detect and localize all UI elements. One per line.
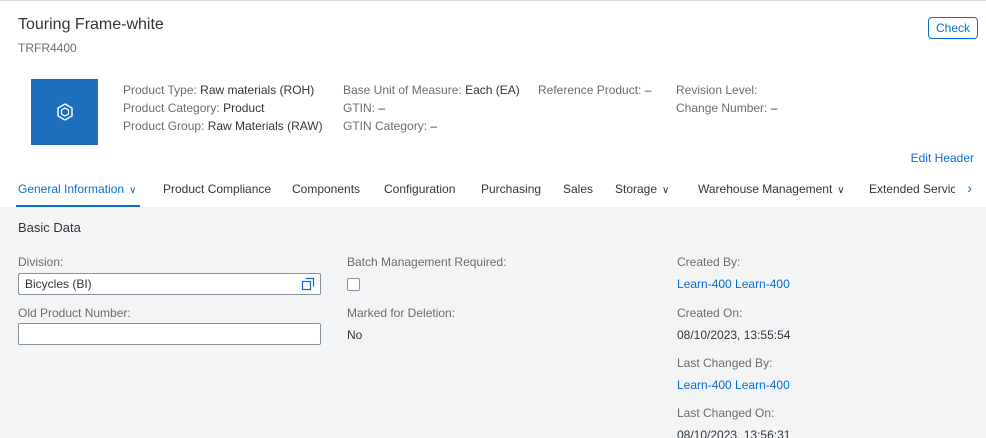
attr-value: Raw materials (ROH) <box>200 83 315 97</box>
created-by-label: Created By: <box>677 255 741 269</box>
tab-purchasing[interactable]: Purchasing <box>481 182 541 196</box>
division-label: Division: <box>18 255 64 269</box>
check-button[interactable]: Check <box>927 17 978 39</box>
created-on-value: 08/10/2023, 13:55:54 <box>677 328 791 342</box>
marked-for-deletion-label: Marked for Deletion: <box>347 306 456 320</box>
batch-management-checkbox[interactable] <box>347 278 360 291</box>
avatar <box>31 79 98 145</box>
attr-label: Revision Level: <box>676 83 758 97</box>
created-on-label: Created On: <box>677 306 743 320</box>
tab-bar: General Information ∨ Product Compliance … <box>0 173 986 208</box>
attr-gtin-category: GTIN Category: – <box>343 117 520 135</box>
old-product-number-input[interactable] <box>18 323 321 345</box>
attr-label: Product Type: <box>123 83 197 97</box>
tab-label: Storage <box>615 182 658 196</box>
attr-label: GTIN: <box>343 101 375 115</box>
attr-value: – <box>378 101 386 115</box>
value-help-icon[interactable] <box>301 277 315 291</box>
last-changed-by-link[interactable]: Learn-400 Learn-400 <box>677 378 790 392</box>
attr-change-number: Change Number: – <box>676 99 777 117</box>
header-attributes-col2: Base Unit of Measure: Each (EA) GTIN: – … <box>343 81 520 135</box>
attr-product-group: Product Group: Raw Materials (RAW) <box>123 117 323 135</box>
tab-sales[interactable]: Sales <box>563 182 593 196</box>
old-product-number-label: Old Product Number: <box>18 306 131 320</box>
page-title: Touring Frame-white <box>18 16 164 33</box>
chevron-right-icon[interactable]: › <box>967 180 972 196</box>
chevron-down-icon: ∨ <box>129 185 137 196</box>
attr-gtin: GTIN: – <box>343 99 520 117</box>
division-value: Bicycles (BI) <box>25 277 92 291</box>
attr-label: Change Number: <box>676 101 768 115</box>
tab-storage[interactable]: Storage ∨ <box>615 182 669 196</box>
basic-data-section: Basic Data Division: Bicycles (BI) Old P… <box>0 207 986 438</box>
tab-product-compliance[interactable]: Product Compliance <box>163 182 271 196</box>
tab-general-information[interactable]: General Information ∨ <box>18 182 136 196</box>
attr-value: – <box>770 101 778 115</box>
attr-label: Reference Product: <box>538 83 642 97</box>
attr-value: Product <box>223 101 265 115</box>
division-field[interactable]: Bicycles (BI) <box>18 273 321 295</box>
attr-value: – <box>430 119 438 133</box>
created-by-link[interactable]: Learn-400 Learn-400 <box>677 277 790 291</box>
product-box-icon <box>56 103 73 121</box>
tab-extended-service[interactable]: Extended Servic <box>869 182 955 196</box>
last-changed-on-value: 08/10/2023, 13:56:31 <box>677 428 791 438</box>
attr-label: GTIN Category: <box>343 119 428 133</box>
chevron-down-icon: ∨ <box>662 185 670 196</box>
edit-header-link[interactable]: Edit Header <box>911 151 974 165</box>
tab-warehouse-management[interactable]: Warehouse Management ∨ <box>698 182 845 196</box>
last-changed-on-label: Last Changed On: <box>677 406 775 420</box>
attr-revision-level: Revision Level: <box>676 81 777 99</box>
tab-configuration[interactable]: Configuration <box>384 182 455 196</box>
header-attributes-col4: Revision Level: Change Number: – <box>676 81 777 117</box>
last-changed-by-label: Last Changed By: <box>677 356 773 370</box>
chevron-down-icon: ∨ <box>837 185 845 196</box>
attr-value: Raw Materials (RAW) <box>207 119 323 133</box>
object-page-header: Touring Frame-white TRFR4400 Check Produ… <box>0 0 986 208</box>
tab-label: Warehouse Management <box>698 182 833 196</box>
product-id: TRFR4400 <box>18 41 77 55</box>
attr-label: Product Group: <box>123 119 205 133</box>
header-attributes-col3: Reference Product: – <box>538 81 651 99</box>
marked-for-deletion-value: No <box>347 328 363 342</box>
header-attributes-col1: Product Type: Raw materials (ROH) Produc… <box>123 81 323 135</box>
attr-value: – <box>644 83 652 97</box>
tab-label: General Information <box>18 182 125 196</box>
batch-management-label: Batch Management Required: <box>347 255 507 269</box>
attr-label: Product Category: <box>123 101 220 115</box>
section-title: Basic Data <box>18 220 81 235</box>
attr-value: Each (EA) <box>465 83 520 97</box>
attr-reference-product: Reference Product: – <box>538 81 651 99</box>
attr-label: Base Unit of Measure: <box>343 83 462 97</box>
attr-product-type: Product Type: Raw materials (ROH) <box>123 81 323 99</box>
tab-components[interactable]: Components <box>292 182 360 196</box>
attr-base-unit: Base Unit of Measure: Each (EA) <box>343 81 520 99</box>
attr-product-category: Product Category: Product <box>123 99 323 117</box>
